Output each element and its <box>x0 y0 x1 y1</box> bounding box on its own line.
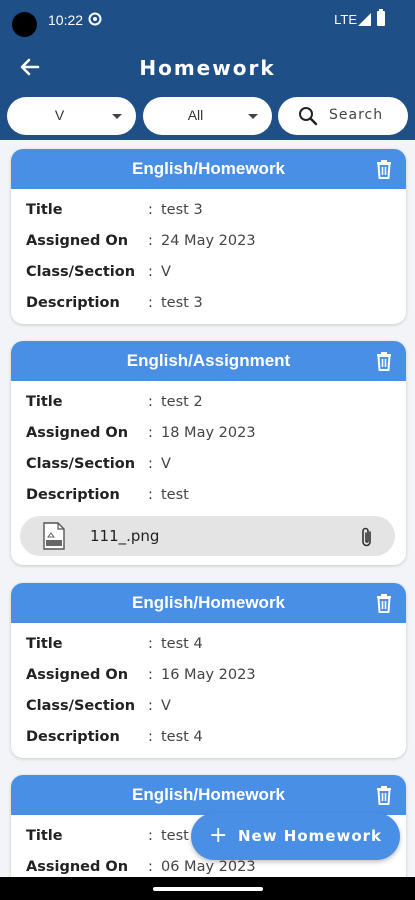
homework-list[interactable]: English/Homework Title : test 3 Assigned… <box>0 140 415 877</box>
delete-icon[interactable] <box>374 158 394 180</box>
separator: : <box>148 828 153 844</box>
description-label: Description <box>26 729 120 745</box>
signal-icon <box>358 13 371 26</box>
title-label: Title <box>26 394 63 410</box>
description-label: Description <box>26 487 120 503</box>
class-section-value: V <box>161 456 171 472</box>
class-section-label: Class/Section <box>26 264 136 280</box>
assigned-label: Assigned On <box>26 667 129 683</box>
separator: : <box>148 636 153 652</box>
description-value: test 3 <box>161 295 203 311</box>
new-homework-label: New Homework <box>238 827 383 845</box>
title-row: Title : test 3 <box>11 194 406 225</box>
class-dropdown-value: V <box>54 107 65 123</box>
assigned-label: Assigned On <box>26 859 129 875</box>
delete-icon[interactable] <box>374 592 394 614</box>
card-heading: English/Homework <box>131 593 286 612</box>
card-header: English/Assignment <box>11 341 406 381</box>
section-dropdown-value: All <box>187 107 204 123</box>
assigned-value: 16 May 2023 <box>161 667 256 683</box>
separator: : <box>148 394 153 410</box>
image-file-icon <box>43 522 65 550</box>
network-type: LTE <box>334 12 357 27</box>
search-button[interactable]: Search <box>278 97 408 135</box>
status-time: 10:22 <box>48 12 84 28</box>
class-section-label: Class/Section <box>26 698 136 714</box>
description-row: Description : test 3 <box>11 287 406 318</box>
class-section-value: V <box>161 264 171 280</box>
separator: : <box>148 425 153 441</box>
assigned-value: 18 May 2023 <box>161 425 256 441</box>
card-header: English/Homework <box>11 583 406 623</box>
assigned-row: Assigned On : 18 May 2023 <box>11 417 406 448</box>
assigned-label: Assigned On <box>26 425 129 441</box>
app-bar: Homework <box>0 40 415 95</box>
search-icon <box>299 107 318 126</box>
attachment-filename: 111_.png <box>90 527 160 545</box>
title-value: test 3 <box>161 202 203 218</box>
separator: : <box>148 729 153 745</box>
title-value: test <box>161 828 189 844</box>
class-section-row: Class/Section : V <box>11 256 406 287</box>
chevron-down-icon <box>248 114 258 119</box>
chevron-down-icon <box>112 114 122 119</box>
description-value: test 4 <box>161 729 203 745</box>
description-label: Description <box>26 295 120 311</box>
assigned-value: 24 May 2023 <box>161 233 256 249</box>
plus-icon: + <box>209 823 228 848</box>
page-title: Homework <box>139 56 276 80</box>
separator: : <box>148 698 153 714</box>
delete-icon[interactable] <box>374 784 394 806</box>
class-section-row: Class/Section : V <box>11 690 406 721</box>
new-homework-button[interactable]: + New Homework <box>191 813 400 860</box>
separator: : <box>148 487 153 503</box>
title-row: Title : test 4 <box>11 628 406 659</box>
homework-card[interactable]: English/Homework Title : test 4 Assigned… <box>11 583 406 758</box>
battery-icon <box>377 9 385 26</box>
title-value: test 2 <box>161 394 203 410</box>
separator: : <box>148 264 153 280</box>
homework-card[interactable]: English/Homework Title : test 3 Assigned… <box>11 149 406 324</box>
assigned-row: Assigned On : 24 May 2023 <box>11 225 406 256</box>
assigned-value: 06 May 2023 <box>161 859 256 875</box>
description-row: Description : test 4 <box>11 721 406 752</box>
separator: : <box>148 456 153 472</box>
card-header: English/Homework <box>11 149 406 189</box>
card-heading: English/Homework <box>131 159 286 178</box>
section-dropdown[interactable]: All <box>143 97 272 135</box>
system-nav-bar <box>0 877 415 900</box>
title-label: Title <box>26 202 63 218</box>
camera-cutout <box>12 12 37 37</box>
card-header: English/Homework <box>11 775 406 815</box>
class-section-value: V <box>161 698 171 714</box>
title-value: test 4 <box>161 636 203 652</box>
title-label: Title <box>26 636 63 652</box>
class-section-row: Class/Section : V <box>11 448 406 479</box>
delete-icon[interactable] <box>374 350 394 372</box>
separator: : <box>148 202 153 218</box>
assigned-label: Assigned On <box>26 233 129 249</box>
card-heading: English/Assignment <box>126 351 291 370</box>
title-row: Title : test 2 <box>11 386 406 417</box>
status-bar: 10:22 LTE <box>0 0 415 40</box>
assigned-row: Assigned On : 16 May 2023 <box>11 659 406 690</box>
home-gesture-handle[interactable] <box>153 887 263 891</box>
description-value: test <box>161 487 189 503</box>
separator: : <box>148 859 153 875</box>
separator: : <box>148 233 153 249</box>
title-label: Title <box>26 828 63 844</box>
card-heading: English/Homework <box>131 785 286 804</box>
separator: : <box>148 667 153 683</box>
class-section-label: Class/Section <box>26 456 136 472</box>
attachment-chip[interactable]: 111_.png <box>20 516 395 556</box>
paperclip-icon <box>362 527 371 547</box>
separator: : <box>148 295 153 311</box>
settings-status-icon <box>88 12 102 26</box>
homework-card[interactable]: English/Assignment Title : test 2 Assign… <box>11 341 406 565</box>
class-dropdown[interactable]: V <box>7 97 136 135</box>
search-button-label: Search <box>329 107 384 123</box>
description-row: Description : test <box>11 479 406 510</box>
filter-bar: V All Search <box>0 95 415 140</box>
